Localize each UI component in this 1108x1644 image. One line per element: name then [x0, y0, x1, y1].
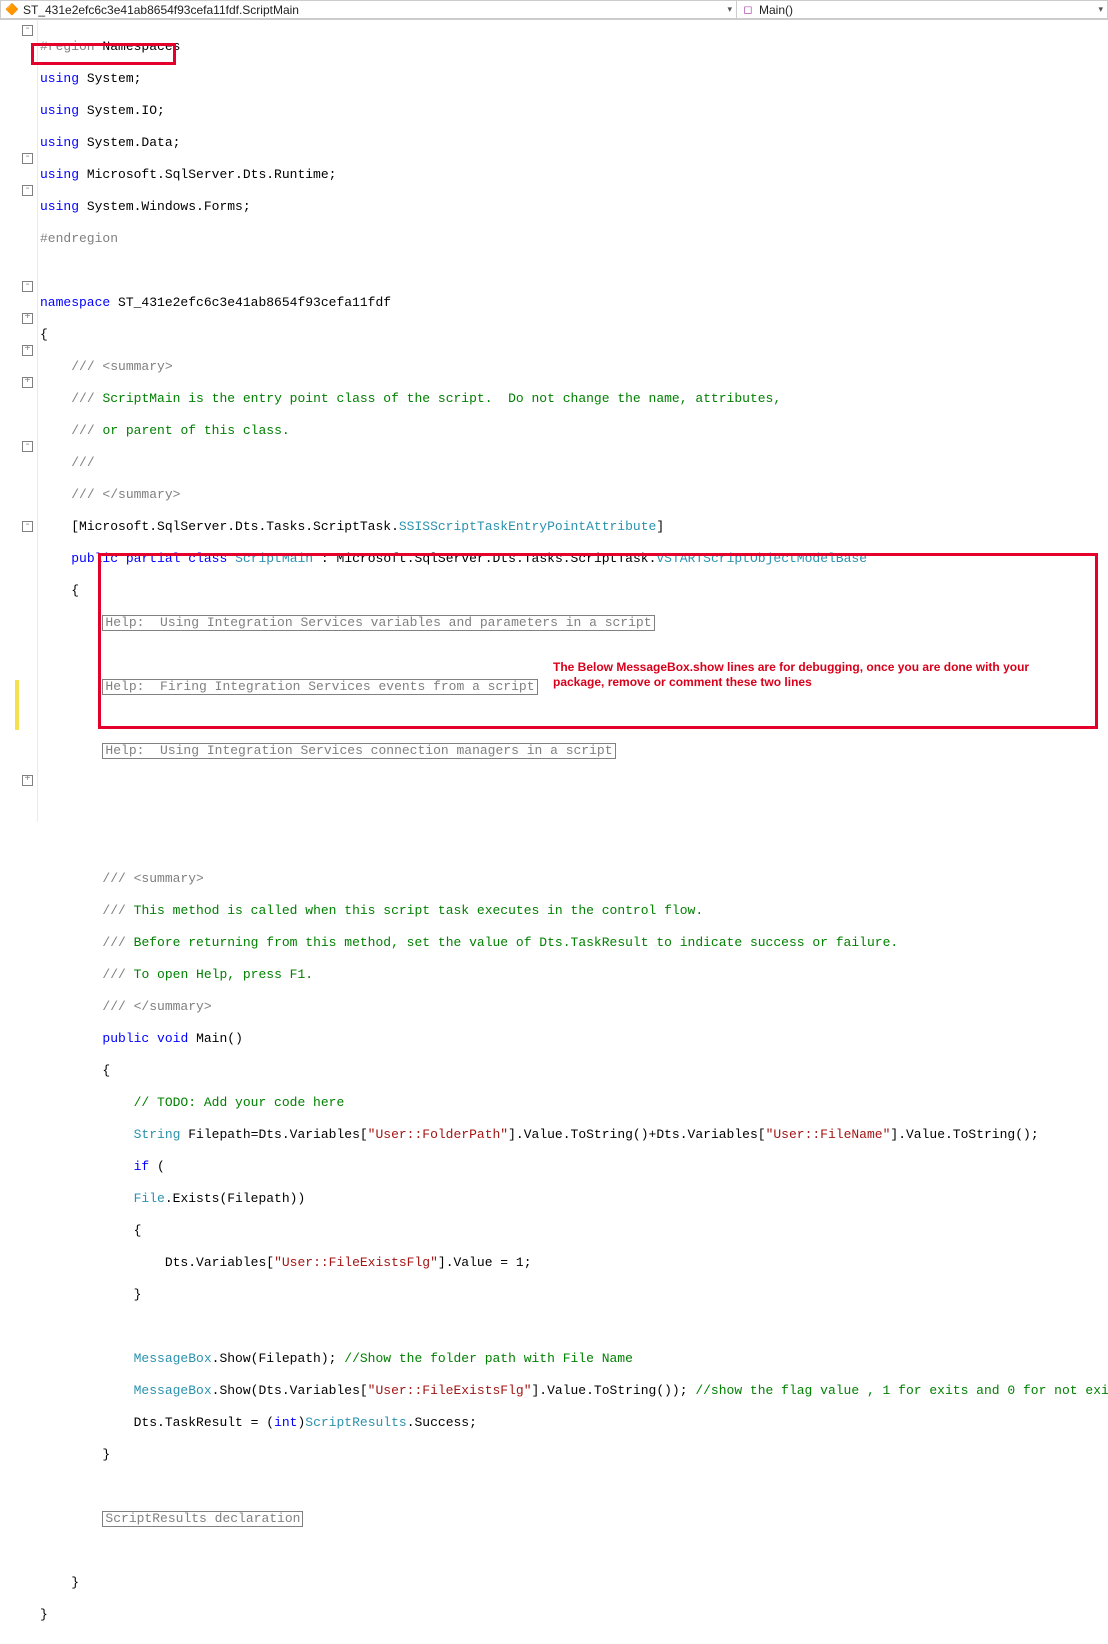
- member-dropdown-text: Main(): [759, 3, 1094, 17]
- outline-toggle[interactable]: +: [22, 377, 33, 388]
- code-text[interactable]: #region Namespaces using System; using S…: [38, 20, 1108, 822]
- collapsed-region[interactable]: Help: Firing Integration Services events…: [102, 679, 537, 695]
- chevron-down-icon: ▾: [1098, 5, 1103, 15]
- method-icon: ◻: [741, 3, 755, 17]
- change-mark: [15, 680, 19, 730]
- class-dropdown[interactable]: 🔶 ST_431e2efc6c3e41ab8654f93cefa11fdf.Sc…: [0, 0, 736, 19]
- xml-comment: ScriptMain is the entry point class of t…: [102, 391, 781, 406]
- outline-toggle[interactable]: +: [22, 313, 33, 324]
- outline-toggle[interactable]: -: [22, 153, 33, 164]
- class-icon: 🔶: [5, 3, 19, 17]
- outline-toggle[interactable]: +: [22, 775, 33, 786]
- outline-toggle[interactable]: -: [22, 281, 33, 292]
- collapsed-region[interactable]: ScriptResults declaration: [102, 1511, 303, 1527]
- collapsed-region[interactable]: Help: Using Integration Services connect…: [102, 743, 615, 759]
- chevron-down-icon: ▾: [727, 5, 732, 15]
- navigation-bar: 🔶 ST_431e2efc6c3e41ab8654f93cefa11fdf.Sc…: [0, 0, 1108, 20]
- outline-toggle[interactable]: -: [22, 185, 33, 196]
- collapsed-region[interactable]: Help: Using Integration Services variabl…: [102, 615, 654, 631]
- outline-toggle[interactable]: -: [22, 441, 33, 452]
- outline-toggle[interactable]: +: [22, 345, 33, 356]
- outline-toggle[interactable]: -: [22, 521, 33, 532]
- annotation-text: The Below MessageBox.show lines are for …: [553, 660, 1029, 690]
- class-dropdown-text: ST_431e2efc6c3e41ab8654f93cefa11fdf.Scri…: [23, 3, 723, 17]
- member-dropdown[interactable]: ◻ Main() ▾: [736, 0, 1108, 19]
- code-editor[interactable]: - - - - + + + - - + #region Namespaces u…: [0, 20, 1108, 822]
- outline-toggle[interactable]: -: [22, 25, 33, 36]
- highlight-box: [98, 553, 1098, 729]
- outline-gutter: - - - - + + + - - +: [0, 20, 38, 822]
